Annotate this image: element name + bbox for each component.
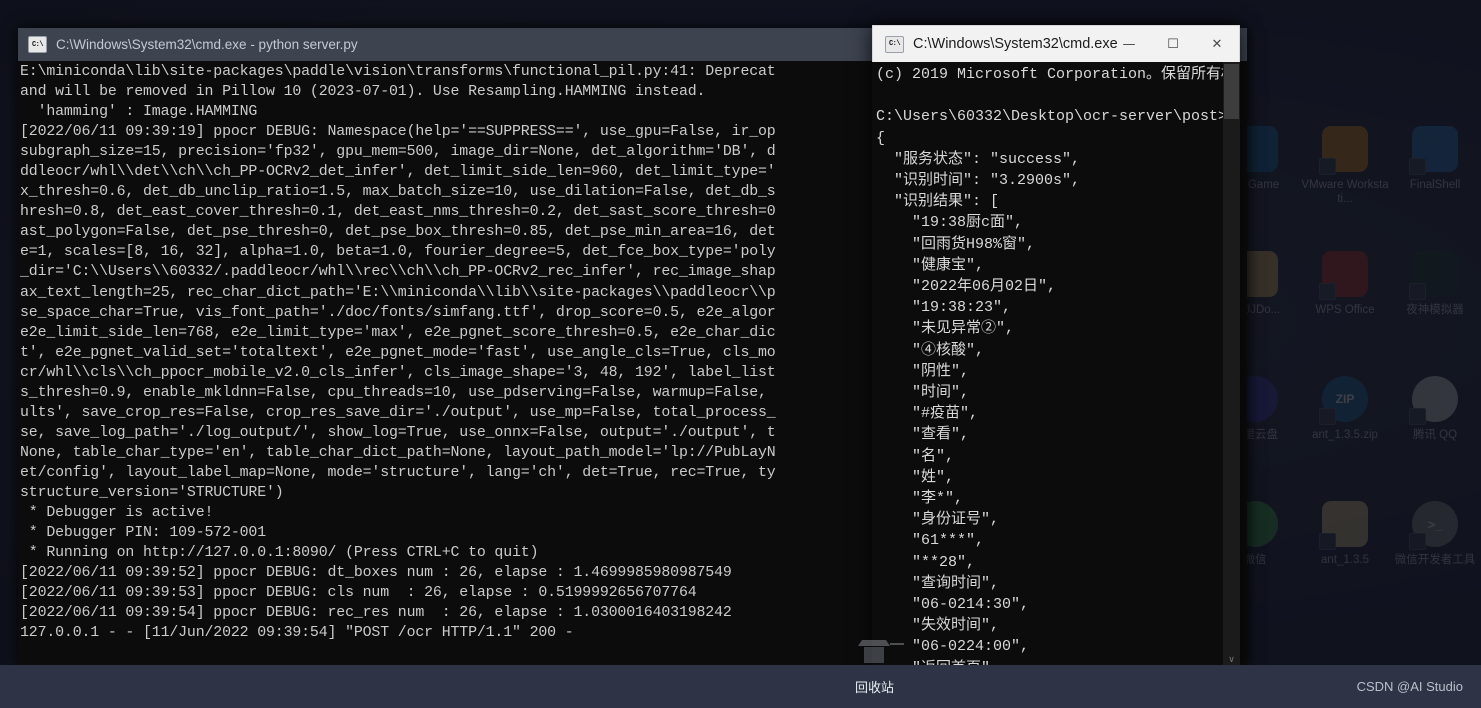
cmd-window-post-titlebar[interactable]: C:\ C:\Windows\System32\cmd.exe — ☐ ✕ (872, 25, 1240, 62)
close-button[interactable]: ✕ (1195, 26, 1239, 62)
window-controls: — ☐ ✕ (1107, 26, 1239, 59)
scrollbar-thumb[interactable] (1224, 64, 1239, 119)
cmd-window-post[interactable]: C:\ C:\Windows\System32\cmd.exe — ☐ ✕ (c… (872, 25, 1240, 668)
taskbar: 回收站 CSDN @AI Studio (0, 665, 1481, 708)
maximize-button[interactable]: ☐ (1151, 26, 1195, 62)
cmd-window-server-title: C:\Windows\System32\cmd.exe - python ser… (56, 37, 358, 52)
cmd-window-post-body[interactable]: (c) 2019 Microsoft Corporation。保留所有权利。 C… (872, 62, 1240, 668)
vertical-scrollbar[interactable]: ∧ ∨ (1223, 62, 1240, 668)
recycle-bin-icon[interactable] (856, 636, 910, 666)
terminal-output-post: (c) 2019 Microsoft Corporation。保留所有权利。 C… (876, 66, 1240, 668)
watermark-text: CSDN @AI Studio (1356, 679, 1463, 694)
cmd-icon: C:\ (28, 36, 47, 53)
cmd-window-post-title: C:\Windows\System32\cmd.exe (913, 36, 1118, 52)
cmd-icon: C:\ (885, 35, 904, 53)
minimize-button[interactable]: — (1107, 26, 1151, 62)
recycle-bin-label: 回收站 (855, 680, 895, 695)
